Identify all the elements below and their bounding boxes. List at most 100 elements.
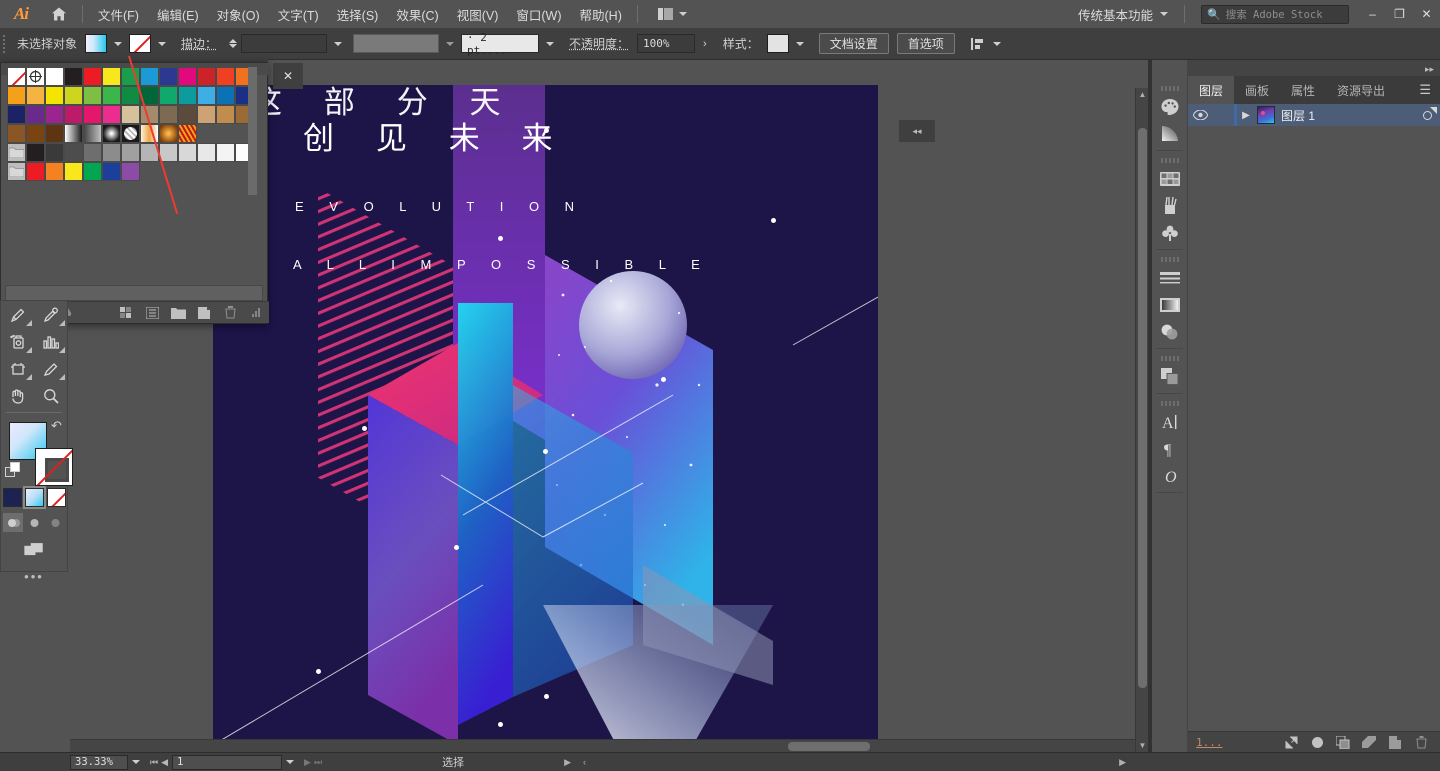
zoom-tool-icon[interactable] [34,382,67,409]
draw-normal-icon[interactable] [3,513,23,532]
layer-disclosure-icon[interactable]: ▶ [1237,110,1255,121]
eyedropper-icon[interactable] [34,301,67,328]
swatch-gray-5[interactable] [121,143,140,162]
swatch-orange-red[interactable] [216,67,235,86]
vertical-scroll-thumb[interactable] [1138,128,1147,688]
artboard-number-input[interactable]: 1 [172,754,283,770]
stroke-panel-icon[interactable] [1152,264,1188,291]
swatch-gray-2[interactable] [64,143,83,162]
status-next-icon[interactable]: ▶ [564,757,571,768]
opacity-flyout-icon[interactable]: › [703,38,707,50]
swatch-lemon[interactable] [45,86,64,105]
toolbar-stroke-swatch[interactable] [35,448,73,486]
stroke-weight-stepper[interactable] [229,39,238,48]
swatches-bottom-strip[interactable] [5,285,263,301]
brushes-panel-icon[interactable] [1152,192,1188,219]
new-swatch-icon[interactable] [191,302,217,324]
current-tool-status[interactable]: 选择 [442,754,464,770]
swatch-none[interactable] [7,67,26,86]
new-layer-icon[interactable] [1382,732,1408,753]
close-button[interactable]: ✕ [1413,0,1440,28]
swap-fill-stroke-icon[interactable]: ↶ [51,418,65,433]
swatch-gradient-white-black[interactable] [64,124,83,143]
rail-group-grip[interactable] [1152,352,1187,363]
swatch-gray-0[interactable] [26,143,45,162]
next-artboard-button[interactable]: ▶ [304,757,311,768]
menu-type[interactable]: 文字(T) [269,0,328,29]
graphic-style-swatch[interactable] [766,34,789,53]
rail-group-grip[interactable] [1152,253,1187,264]
swatch-red[interactable] [83,67,102,86]
document-setup-button[interactable]: 文档设置 [818,33,889,54]
artboard-tool-icon[interactable] [1,355,34,382]
tools-panel[interactable]: ↶ ••• [0,300,73,584]
chevron-down-icon[interactable] [546,41,555,46]
swatch-chocolate[interactable] [45,124,64,143]
expand-panels-icon[interactable]: ▸▸ [1425,64,1434,75]
menu-window[interactable]: 窗口(W) [507,0,570,29]
character-panel-icon[interactable]: A [1152,408,1188,435]
swatch-purple[interactable] [45,105,64,124]
swatch-midnight[interactable] [7,105,26,124]
tab-properties[interactable]: 属性 [1280,76,1326,104]
arrange-documents-button[interactable] [652,5,693,23]
swatch-light-amber[interactable] [26,86,45,105]
swatches-panel-icon[interactable] [1152,165,1188,192]
swatch-folder-grays-icon[interactable] [7,143,26,162]
canvas-vertical-scrollbar[interactable]: ▲ ▼ [1135,88,1148,752]
swatch-ocean[interactable] [216,86,235,105]
canvas-horizontal-scrollbar[interactable] [70,739,1135,752]
swatch-black[interactable] [64,67,83,86]
hand-tool-icon[interactable] [1,382,34,409]
swatch-gray-10[interactable] [216,143,235,162]
symbols-panel-icon[interactable] [1152,219,1188,246]
swatch-folder-brights-icon[interactable] [7,162,26,181]
swatch-dark-brown[interactable] [178,105,197,124]
gradient-mode-button[interactable] [22,486,46,509]
gradient-panel-icon[interactable] [1152,120,1188,147]
status-prev-icon[interactable]: ‹ [583,757,586,768]
perspective-grid-icon[interactable] [1,328,34,355]
first-artboard-button[interactable]: ⏮ [150,757,158,768]
swatch-raspberry[interactable] [64,105,83,124]
appearance-panel-icon[interactable] [1152,318,1188,345]
chevron-down-icon[interactable] [158,41,167,46]
home-icon[interactable] [42,0,76,28]
swatch-gray-3[interactable] [83,143,102,162]
locate-object-icon[interactable] [1278,732,1304,753]
zoom-level-input[interactable]: 33.33% [70,754,128,770]
color-panel-icon[interactable] [1152,93,1188,120]
stroke-profile-select[interactable] [353,34,440,53]
restore-button[interactable]: ❐ [1386,0,1413,28]
last-artboard-button[interactable]: ⏭ [314,757,322,768]
table-row[interactable]: ▶ 图层 1 [1188,104,1440,126]
swatch-bright-orange[interactable] [45,162,64,181]
chevron-down-icon[interactable] [114,41,123,46]
brush-definition-select[interactable]: · 2 pt.... [461,31,540,57]
swatch-sienna[interactable] [26,124,45,143]
swatches-grid[interactable] [7,67,254,181]
swatch-umber[interactable] [7,124,26,143]
swatch-medium-green[interactable] [102,86,121,105]
tab-layers[interactable]: 图层 [1188,76,1235,104]
swatch-pattern-flame[interactable] [178,124,197,143]
swatch-yellow-green[interactable] [64,86,83,105]
swatch-magenta[interactable] [178,67,197,86]
chevron-down-icon[interactable] [992,41,1001,46]
glyphs-panel-icon[interactable]: O [1152,462,1188,489]
swatch-bright-yellow[interactable] [64,162,83,181]
swatch-registration[interactable] [26,67,45,86]
chevron-down-icon[interactable] [334,41,343,46]
collapse-panels-icon[interactable]: ◂◂ [899,120,935,142]
more-tools-button[interactable]: ••• [1,559,67,584]
tab-asset-export[interactable]: 资源导出 [1326,76,1396,104]
swatches-panel[interactable] [0,62,269,324]
none-mode-button[interactable] [46,488,66,507]
swatch-bright-red[interactable] [26,162,45,181]
draw-mode-row[interactable] [1,507,67,532]
swatch-sky[interactable] [197,86,216,105]
prev-artboard-button[interactable]: ◀ [161,757,168,768]
swatch-gradient-amber[interactable] [159,124,178,143]
pen-tool-icon[interactable] [1,301,34,328]
fill-color-swatch[interactable] [85,34,108,53]
